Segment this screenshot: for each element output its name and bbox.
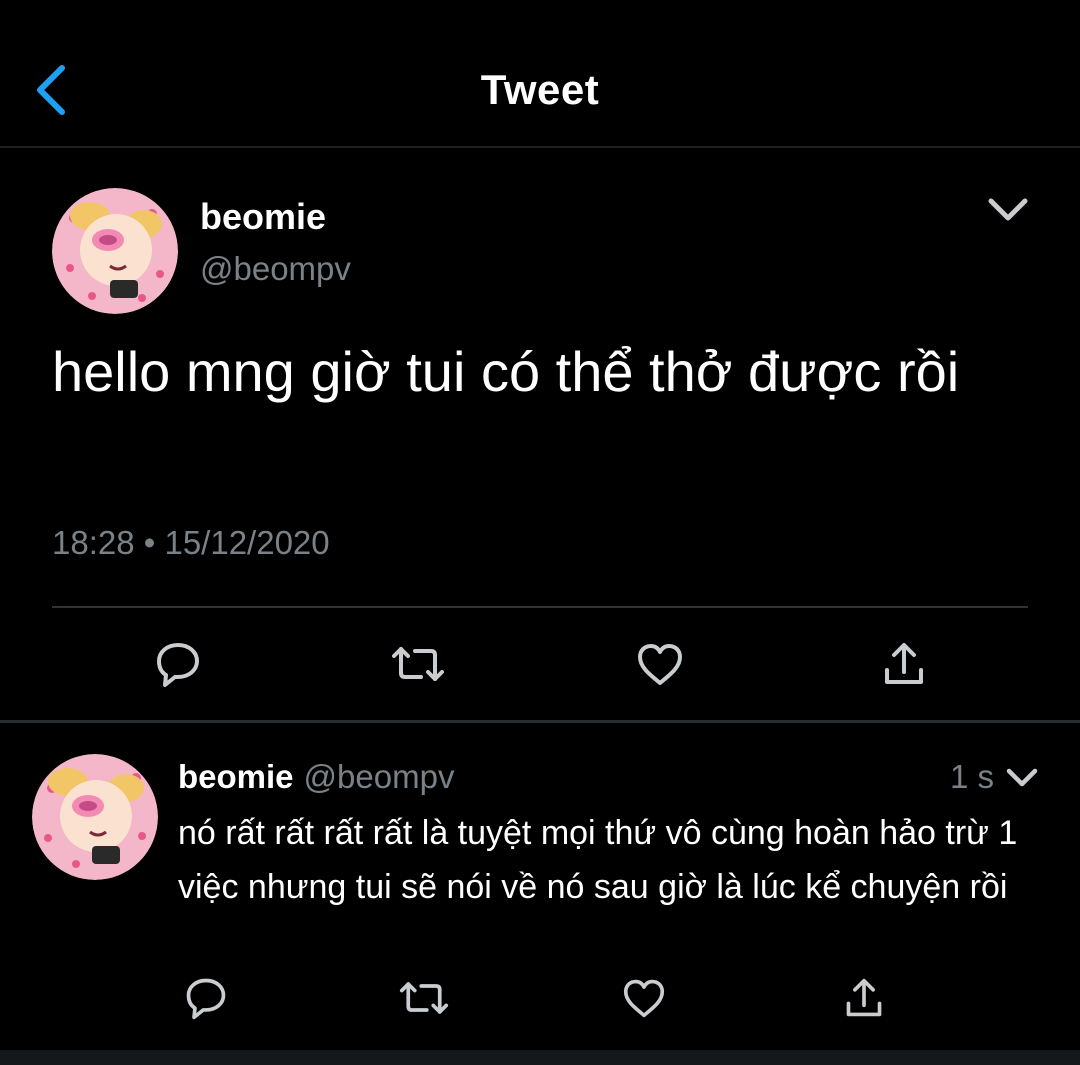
- reply-like-button[interactable]: [614, 970, 674, 1026]
- bottom-bar: [0, 1050, 1080, 1065]
- tweet-text: hello mng giờ tui có thể thở được rồi: [52, 340, 960, 403]
- like-icon: [623, 979, 665, 1018]
- share-icon: [885, 643, 923, 684]
- like-icon: [638, 644, 682, 685]
- chevron-down-icon: [1006, 768, 1038, 787]
- reply-icon: [157, 643, 199, 687]
- reply-retweet-button[interactable]: [394, 970, 454, 1026]
- like-button[interactable]: [630, 636, 690, 692]
- reply-text: nó rất rất rất rất là tuyệt mọi thứ vô c…: [178, 814, 1018, 906]
- reply-author-handle[interactable]: @beompv: [304, 758, 455, 795]
- retweet-icon: [399, 982, 449, 1014]
- more-options-button[interactable]: [984, 190, 1032, 230]
- reply-share-button[interactable]: [834, 970, 894, 1026]
- share-button[interactable]: [874, 636, 934, 692]
- retweet-icon: [392, 647, 444, 681]
- tweet-detail-screen: Tweet beomie @beompv hello mng giờ tui c…: [0, 0, 1080, 1065]
- reply-more-options-button[interactable]: [1000, 760, 1044, 796]
- chevron-down-icon: [988, 198, 1028, 221]
- avatar[interactable]: [52, 188, 178, 314]
- reply-button[interactable]: [148, 636, 208, 692]
- reply-author-name[interactable]: beomie: [178, 758, 294, 795]
- reply-avatar[interactable]: [32, 754, 158, 880]
- reply-icon: [186, 978, 226, 1020]
- section-divider: [0, 720, 1080, 723]
- reply-reply-button[interactable]: [176, 970, 236, 1026]
- retweet-button[interactable]: [388, 636, 448, 692]
- author-handle[interactable]: @beompv: [200, 250, 351, 288]
- tweet-timestamp: 18:28 • 15/12/2020: [52, 524, 330, 561]
- reply-header: beomie @beompv: [178, 758, 454, 796]
- reply-time: 1 s: [950, 758, 995, 795]
- top-bar: Tweet: [0, 0, 1080, 148]
- author-name[interactable]: beomie: [200, 196, 326, 238]
- divider: [52, 606, 1028, 608]
- share-icon: [846, 978, 882, 1017]
- page-title: Tweet: [480, 66, 600, 113]
